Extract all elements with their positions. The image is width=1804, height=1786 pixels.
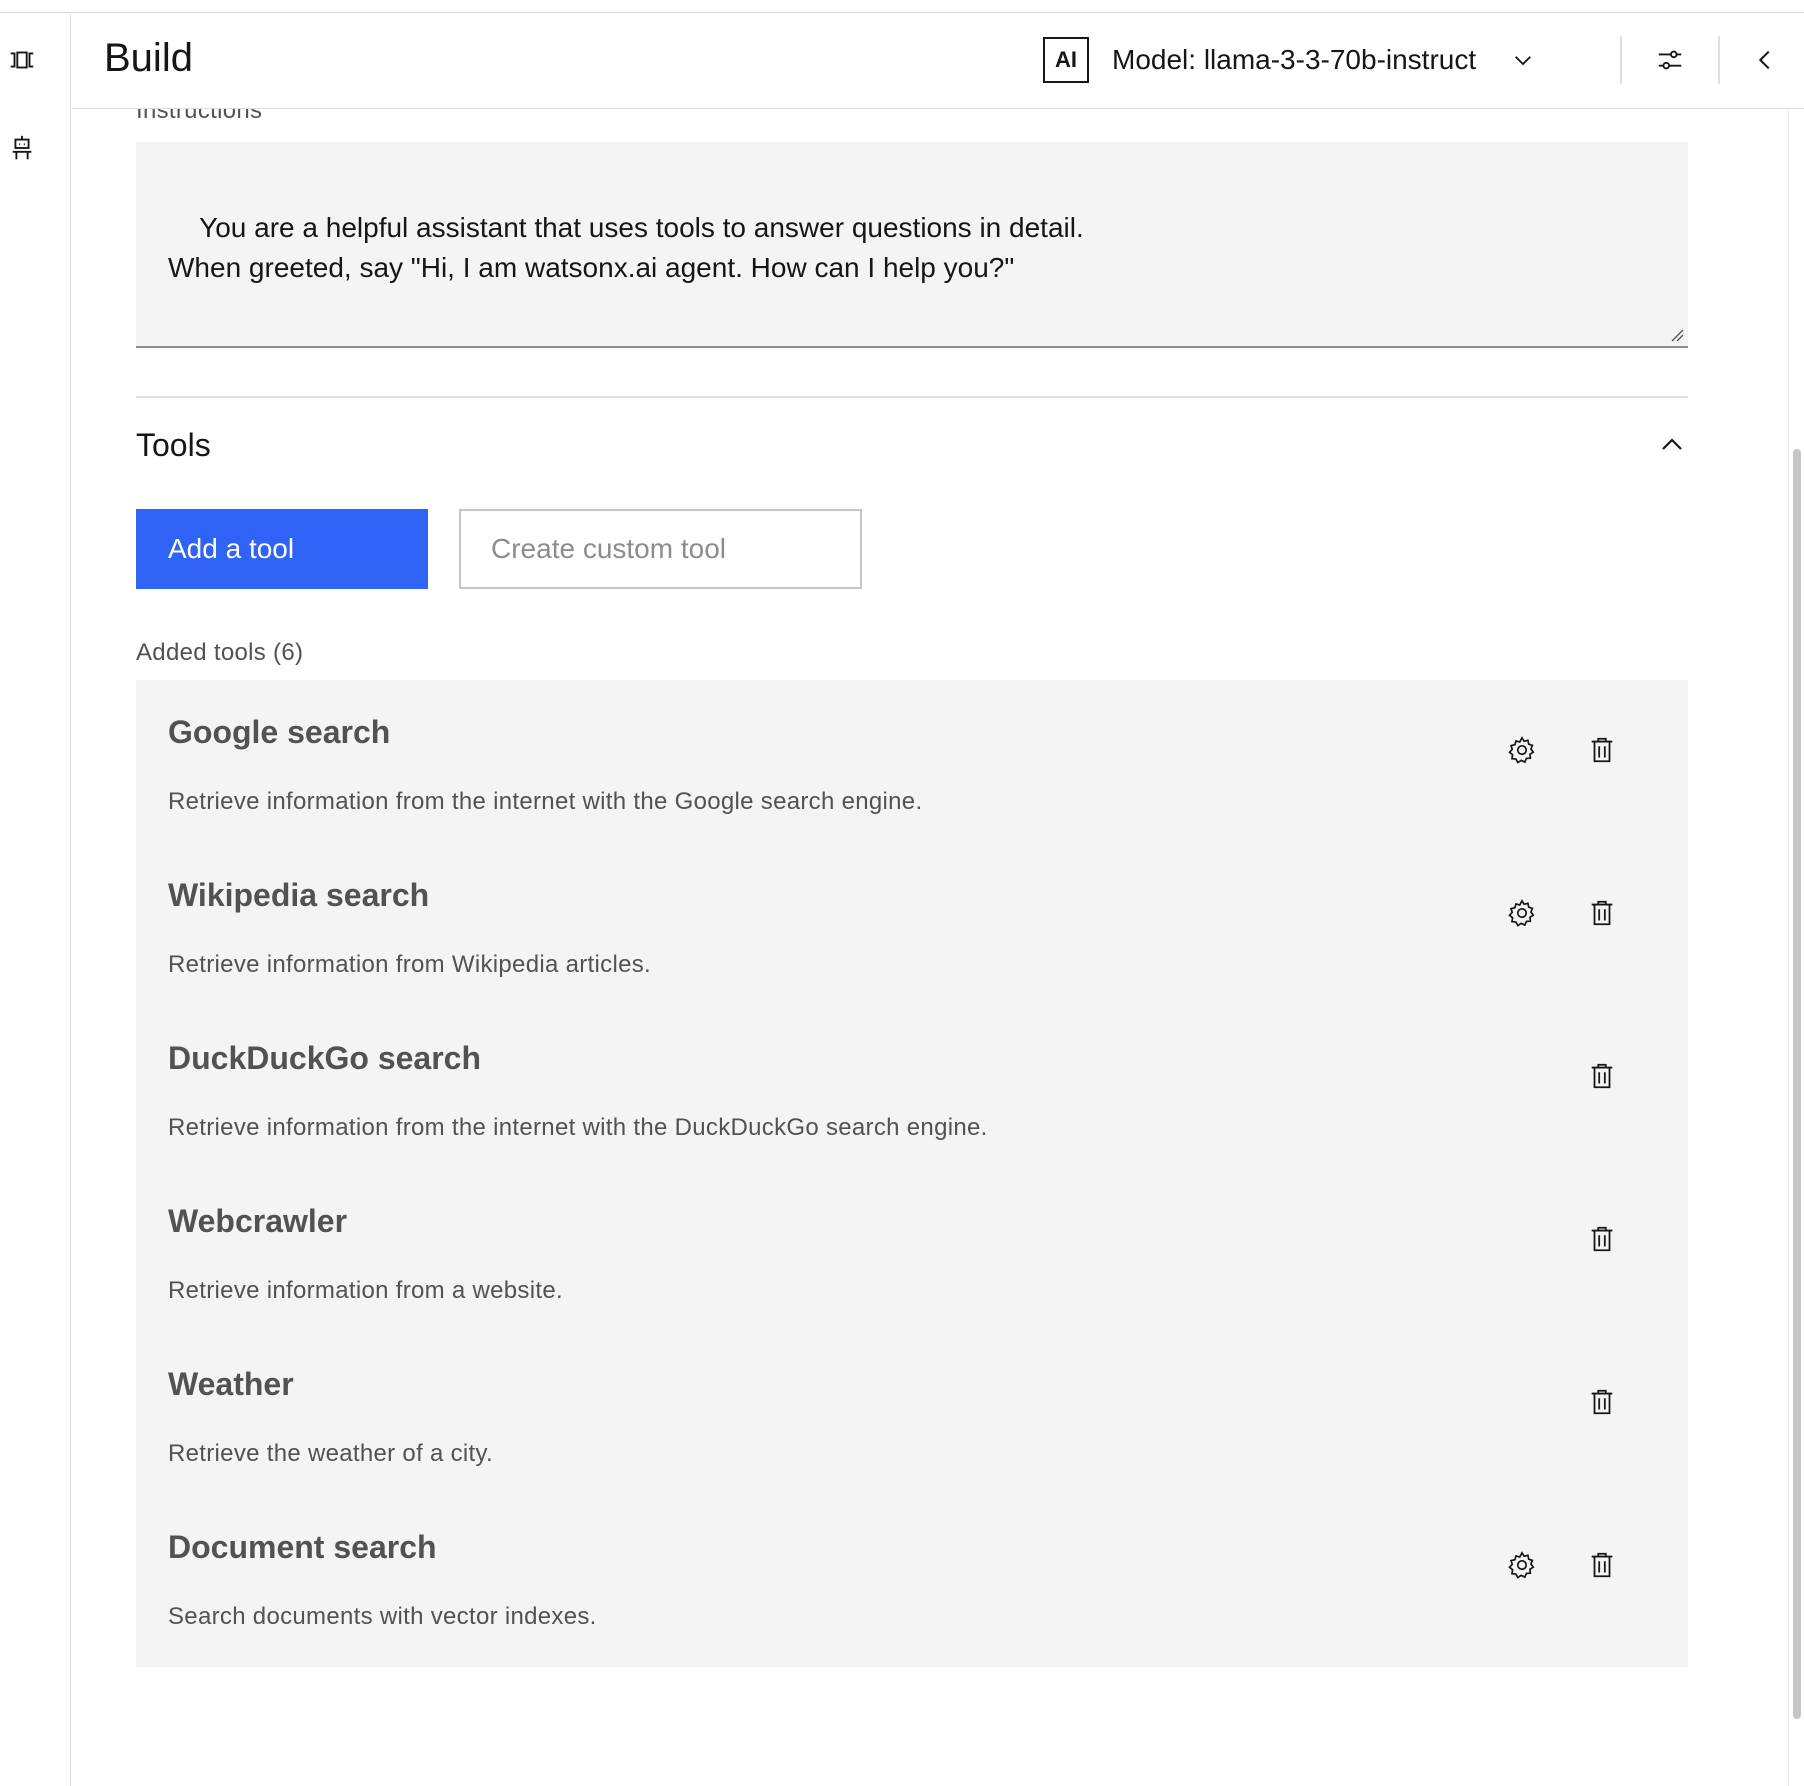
trash-icon[interactable] xyxy=(1582,1545,1622,1585)
tool-card: DuckDuckGo search Retrieve information fr… xyxy=(136,1006,1688,1178)
gear-icon[interactable] xyxy=(1502,730,1542,770)
agent-icon[interactable] xyxy=(0,126,44,170)
scrollbar-thumb[interactable] xyxy=(1793,449,1801,1719)
header-divider xyxy=(1718,36,1720,84)
tool-name: Weather xyxy=(168,1366,294,1402)
tool-card: Document search Search documents with vec… xyxy=(136,1495,1688,1667)
gear-icon[interactable] xyxy=(1502,1545,1542,1585)
tool-name: Webcrawler xyxy=(168,1203,348,1239)
trash-icon[interactable] xyxy=(1582,730,1622,770)
trash-icon[interactable] xyxy=(1582,1382,1622,1422)
trash-icon[interactable] xyxy=(1582,1219,1622,1259)
header-divider xyxy=(1620,36,1622,84)
tool-card: Wikipedia search Retrieve information fro… xyxy=(136,843,1688,1015)
add-tool-button[interactable]: Add a tool xyxy=(136,509,428,589)
resize-handle-icon[interactable] xyxy=(1670,328,1684,342)
tool-card: Google search Retrieve information from t… xyxy=(136,680,1688,852)
chevron-down-icon xyxy=(1515,56,1532,66)
model-selector[interactable]: Model: llama-3-3-70b-instruct xyxy=(1112,34,1536,86)
ai-badge: AI xyxy=(1043,37,1089,83)
instructions-textarea[interactable]: You are a helpful assistant that uses to… xyxy=(136,142,1688,348)
instructions-label: Instructions xyxy=(136,109,263,124)
carousel-icon[interactable] xyxy=(0,38,44,82)
tool-description: Search documents with vector indexes. xyxy=(168,1603,597,1630)
tool-name: DuckDuckGo search xyxy=(168,1040,482,1076)
build-panel: Instructions You are a helpful assistant… xyxy=(72,109,1788,1786)
model-label: Model: llama-3-3-70b-instruct xyxy=(1112,44,1477,75)
settings-adjust-icon[interactable] xyxy=(1650,40,1690,80)
create-custom-tool-button[interactable]: Create custom tool xyxy=(459,509,862,589)
page-title: Build xyxy=(104,36,193,80)
top-rule xyxy=(0,0,1804,13)
section-divider xyxy=(136,396,1688,398)
tool-name: Google search xyxy=(168,714,391,750)
tool-description: Retrieve information from a website. xyxy=(168,1277,563,1304)
chevron-up-icon[interactable] xyxy=(1656,429,1688,461)
tool-card: Webcrawler Retrieve information from a we… xyxy=(136,1169,1688,1341)
tool-name: Document search xyxy=(168,1529,437,1565)
trash-icon[interactable] xyxy=(1582,1056,1622,1096)
tool-card: Weather Retrieve the weather of a city. xyxy=(136,1332,1688,1504)
tool-name: Wikipedia search xyxy=(168,877,430,913)
top-header: Build AI Model: llama-3-3-70b-instruct xyxy=(72,14,1804,109)
trash-icon[interactable] xyxy=(1582,893,1622,933)
collapse-panel-icon[interactable] xyxy=(1745,40,1785,80)
gear-icon[interactable] xyxy=(1502,893,1542,933)
tool-description: Retrieve information from the internet w… xyxy=(168,788,923,815)
instructions-text: You are a helpful assistant that uses to… xyxy=(168,212,1084,283)
added-tools-label: Added tools (6) xyxy=(136,639,304,666)
tools-heading: Tools xyxy=(136,427,211,463)
left-rail xyxy=(0,14,71,1786)
tool-description: Retrieve the weather of a city. xyxy=(168,1440,494,1467)
tool-description: Retrieve information from the internet w… xyxy=(168,1114,988,1141)
tool-description: Retrieve information from Wikipedia arti… xyxy=(168,951,651,978)
scrollbar[interactable] xyxy=(1788,109,1804,1786)
